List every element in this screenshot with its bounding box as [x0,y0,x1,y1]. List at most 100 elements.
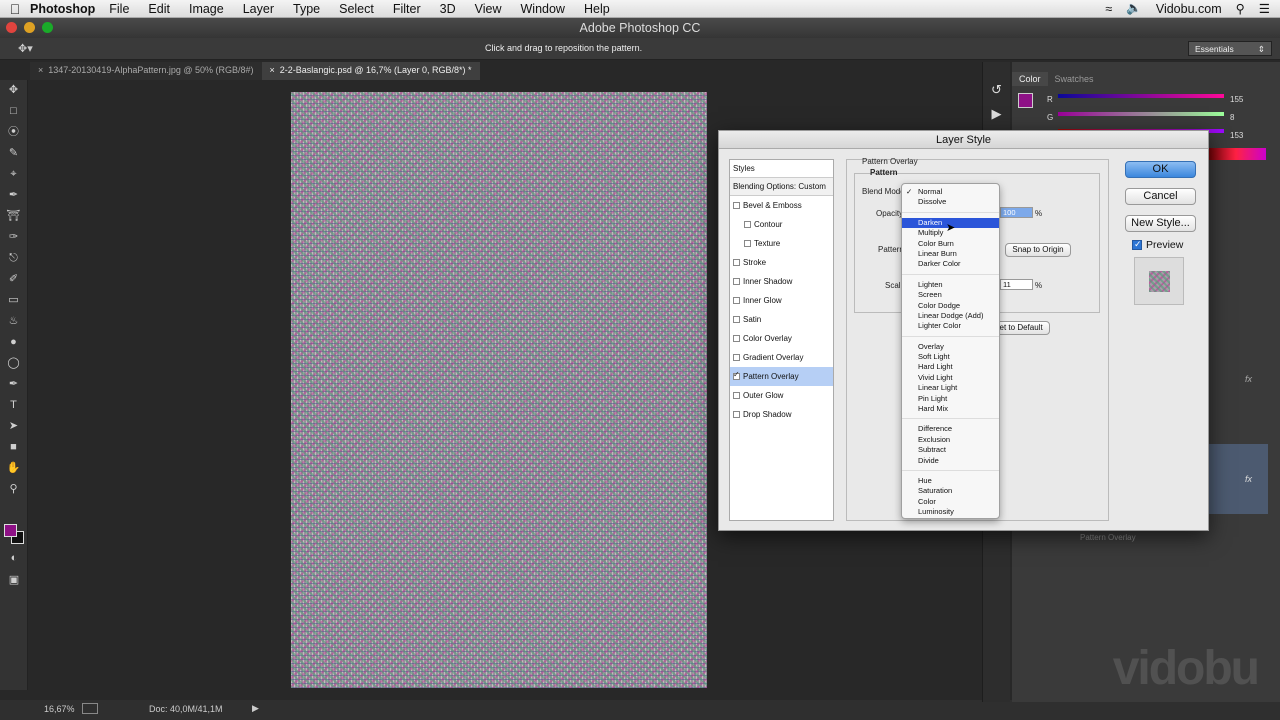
crop-tool-icon[interactable]: ⌖ [0,164,27,185]
pen-tool-icon[interactable]: ✒ [0,374,27,395]
blend-option-linear-burn[interactable]: Linear Burn [902,249,999,259]
blend-option-saturation[interactable]: Saturation [902,486,999,496]
blend-option-difference[interactable]: Difference [902,424,999,434]
snap-to-origin-button[interactable]: Snap to Origin [1005,243,1071,257]
blend-option-vivid-light[interactable]: Vivid Light [902,373,999,383]
document-canvas[interactable] [291,92,707,688]
menu-3d[interactable]: 3D [440,2,456,16]
preview-toggle[interactable]: Preview [1132,239,1183,251]
volume-icon[interactable]: 🔈 [1126,1,1142,16]
style-checkbox[interactable] [744,240,751,247]
move-tool-icon[interactable]: ✥ [0,80,27,101]
style-item-color-overlay[interactable]: Color Overlay [730,329,833,348]
blend-option-dissolve[interactable]: Dissolve [902,197,999,207]
blend-option-lighter-color[interactable]: Lighter Color [902,321,999,331]
move-tool-preset-icon[interactable]: ✥▾ [18,42,33,55]
style-checkbox[interactable] [733,259,740,266]
tab-swatches[interactable]: Swatches [1048,72,1101,86]
style-item-satin[interactable]: Satin [730,310,833,329]
blend-option-color-burn[interactable]: Color Burn [902,239,999,249]
style-item-bevel-emboss[interactable]: Bevel & Emboss [730,196,833,215]
channel-g-value[interactable]: 8 [1230,113,1234,122]
menu-edit[interactable]: Edit [148,2,170,16]
style-item-outer-glow[interactable]: Outer Glow [730,386,833,405]
tab-alphapattern[interactable]: × 1347-20130419-AlphaPattern.jpg @ 50% (… [30,62,262,80]
style-checkbox[interactable] [733,354,740,361]
blend-option-screen[interactable]: Screen [902,290,999,300]
blend-option-hard-mix[interactable]: Hard Mix [902,404,999,414]
color-ramp[interactable] [1206,148,1266,160]
dodge-tool-icon[interactable]: ◯ [0,353,27,374]
list-icon[interactable]: ☰ [1259,1,1270,16]
style-checkbox[interactable] [733,297,740,304]
style-item-pattern-overlay[interactable]: Pattern Overlay [730,367,833,386]
foreground-color-swatch[interactable] [4,524,17,537]
blend-option-normal[interactable]: ✓ Normal [902,187,999,197]
quick-mask-icon[interactable]: ◐ [0,548,28,569]
style-item-stroke[interactable]: Stroke [730,253,833,272]
style-item-contour[interactable]: Contour [730,215,833,234]
cancel-button[interactable]: Cancel [1125,188,1196,205]
menu-file[interactable]: File [109,2,129,16]
shape-tool-icon[interactable]: ■ [0,437,27,458]
menu-window[interactable]: Window [521,2,565,16]
app-menu[interactable]: Photoshop [30,2,95,16]
blend-option-subtract[interactable]: Subtract [902,445,999,455]
blend-option-color[interactable]: Color [902,497,999,507]
new-style-button[interactable]: New Style... [1125,215,1196,232]
blend-option-overlay[interactable]: Overlay [902,342,999,352]
blend-option-linear-dodge-add[interactable]: Linear Dodge (Add) [902,311,999,321]
style-checkbox[interactable] [733,411,740,418]
blend-option-luminosity[interactable]: Luminosity [902,507,999,517]
tab-baslangic[interactable]: × 2-2-Baslangic.psd @ 16,7% (Layer 0, RG… [261,62,480,80]
menu-layer[interactable]: Layer [243,2,274,16]
menu-view[interactable]: View [475,2,502,16]
blend-option-hue[interactable]: Hue [902,476,999,486]
style-checkbox[interactable] [733,370,740,380]
opacity-field[interactable]: 100 [1000,207,1033,218]
healing-tool-icon[interactable]: ⛩ [0,206,27,227]
channel-r-slider[interactable] [1058,94,1224,98]
style-checkbox[interactable] [733,335,740,342]
zoom-level[interactable]: 16,67% [44,704,75,714]
styles-header[interactable]: Styles [730,160,833,178]
ok-button[interactable]: OK [1125,161,1196,178]
stamp-tool-icon[interactable]: ⎋ [0,248,27,269]
style-item-drop-shadow[interactable]: Drop Shadow [730,405,833,424]
zoom-window-button[interactable] [42,22,53,33]
layer-effect-pattern-overlay[interactable]: Pattern Overlay [1080,533,1136,542]
blend-option-darker-color[interactable]: Darker Color [902,259,999,269]
blur-tool-icon[interactable]: ● [0,332,27,353]
history-icon[interactable]: ↺ [983,82,1010,98]
menu-filter[interactable]: Filter [393,2,421,16]
menu-help[interactable]: Help [584,2,610,16]
style-item-inner-glow[interactable]: Inner Glow [730,291,833,310]
style-checkbox[interactable] [733,202,740,209]
workspace-select[interactable]: Essentials ⇕ [1188,41,1272,56]
quick-select-tool-icon[interactable]: ✎ [0,143,27,164]
channel-b-value[interactable]: 153 [1230,131,1243,140]
style-item-texture[interactable]: Texture [730,234,833,253]
hand-tool-icon[interactable]: ✋ [0,458,27,479]
menu-type[interactable]: Type [293,2,320,16]
blend-option-soft-light[interactable]: Soft Light [902,352,999,362]
style-checkbox[interactable] [733,392,740,399]
style-item-inner-shadow[interactable]: Inner Shadow [730,272,833,291]
type-tool-icon[interactable]: T [0,395,27,416]
blend-option-divide[interactable]: Divide [902,456,999,466]
preview-checkbox[interactable] [1132,239,1142,250]
paint-bucket-tool-icon[interactable]: ♨ [0,311,27,332]
marquee-tool-icon[interactable]: □ [0,101,27,122]
style-item-gradient-overlay[interactable]: Gradient Overlay [730,348,833,367]
color-panel-foreground-swatch[interactable] [1018,93,1033,108]
path-select-tool-icon[interactable]: ➤ [0,416,27,437]
channel-r-value[interactable]: 155 [1230,95,1243,104]
blend-option-hard-light[interactable]: Hard Light [902,362,999,372]
style-checkbox[interactable] [744,221,751,228]
lasso-tool-icon[interactable]: ⦿ [0,122,27,143]
menu-select[interactable]: Select [339,2,374,16]
blending-options[interactable]: Blending Options: Custom [730,178,833,196]
close-window-button[interactable] [6,22,17,33]
style-checkbox[interactable] [733,278,740,285]
blend-option-linear-light[interactable]: Linear Light [902,383,999,393]
